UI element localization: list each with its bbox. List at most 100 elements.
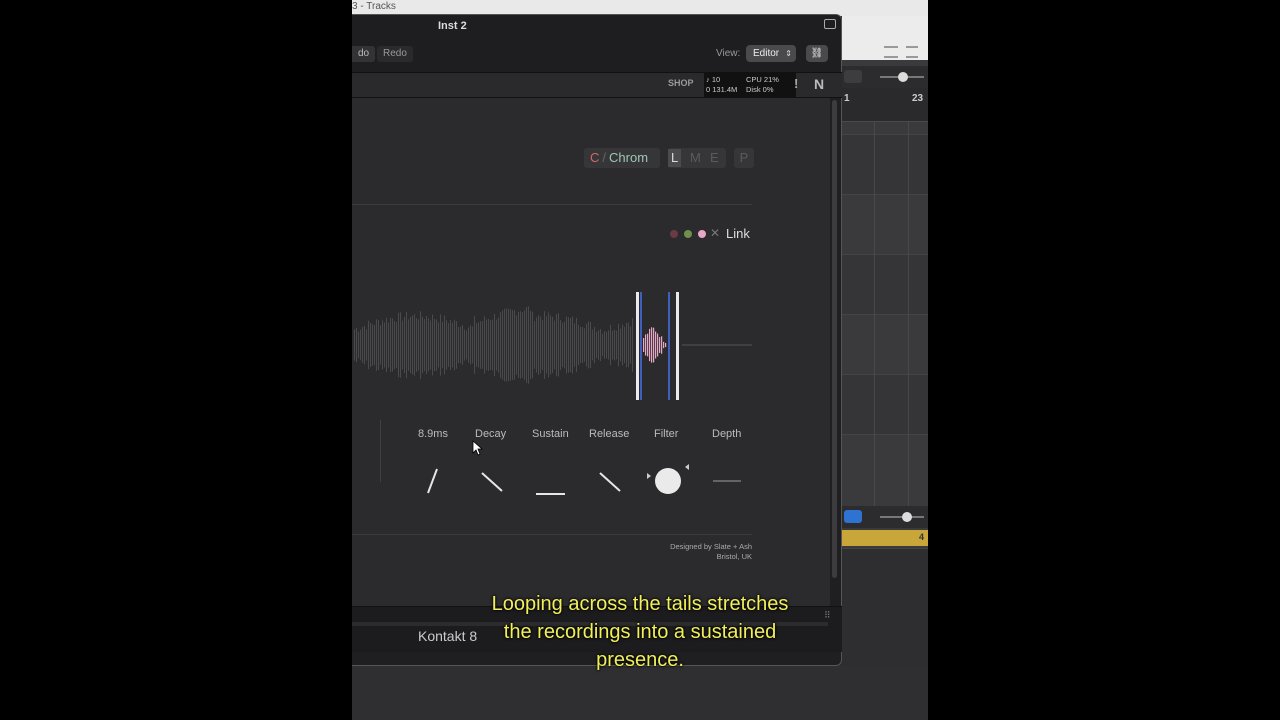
midi-region-header[interactable]: 4 <box>842 530 928 546</box>
track-lane[interactable] <box>842 194 928 254</box>
waveform-bar <box>464 329 465 361</box>
editor-view-icon[interactable] <box>906 46 918 58</box>
waveform-bar <box>530 310 531 380</box>
track-lane[interactable] <box>842 374 928 434</box>
link-dot-3[interactable] <box>698 230 706 238</box>
waveform-bar <box>402 320 403 370</box>
undo-button[interactable]: do <box>352 46 376 62</box>
ni-logo[interactable]: N <box>814 76 824 92</box>
waveform-bar <box>602 333 603 357</box>
waveform-bar <box>554 320 555 370</box>
attack-slider[interactable] <box>427 468 438 494</box>
cpu-usage: CPU 21% <box>746 75 779 84</box>
p-button[interactable]: P <box>734 148 754 168</box>
view-select[interactable]: Editor ⇕ <box>746 45 796 62</box>
chevron-updown-icon: ⇕ <box>785 49 792 58</box>
list-view-icon[interactable] <box>884 46 898 58</box>
waveform-bar <box>548 312 549 378</box>
caption-line-3: presence. <box>596 649 684 671</box>
waveform-bar <box>424 319 425 371</box>
filter-knob[interactable] <box>655 468 681 494</box>
mode-m-button[interactable]: M <box>690 149 701 167</box>
waveform-bar <box>436 319 437 371</box>
waveform-bar <box>612 330 613 360</box>
link-label[interactable]: Link <box>726 226 750 241</box>
scale-selector[interactable]: C / Chrom <box>584 148 660 168</box>
waveform-bar <box>432 314 433 376</box>
waveform-bar <box>534 321 535 369</box>
waveform-bar <box>566 316 567 374</box>
zoom-slider-knob[interactable] <box>902 512 912 522</box>
waveform-bar-highlight <box>647 333 649 357</box>
filter-left-arrow <box>647 473 651 479</box>
logic-window-title: 3 - Tracks <box>352 1 396 12</box>
region-bar-number: 4 <box>918 532 924 542</box>
waveform-bar <box>398 312 399 378</box>
track-lane[interactable] <box>842 134 928 194</box>
close-icon[interactable]: ✕ <box>710 226 720 240</box>
link-icon: ⛓ <box>810 48 824 59</box>
view-select-value: Editor <box>753 48 780 59</box>
plugin-title-bar[interactable]: Inst 2 <box>352 15 841 37</box>
waveform-bar <box>456 321 457 369</box>
waveform-bar <box>380 325 381 365</box>
credit-line-1: Designed by Slate + Ash <box>670 542 752 551</box>
caption-line-1: Looping across the tails stretches <box>491 593 789 615</box>
waveform-bar <box>412 315 413 375</box>
decay-slider[interactable] <box>481 472 503 492</box>
mode-l-button[interactable]: L <box>668 149 682 167</box>
loop-start-marker-shadow <box>640 292 642 400</box>
waveform-bar <box>560 319 561 371</box>
waveform-bar <box>520 311 521 379</box>
waveform-bar <box>406 311 407 379</box>
waveform-display[interactable] <box>352 270 752 420</box>
loop-start-marker <box>636 292 639 400</box>
waveform-bar <box>504 308 505 382</box>
waveform-bar <box>434 319 435 371</box>
zoom-slider-knob[interactable] <box>898 72 908 82</box>
voices-count: ♪ 10 <box>706 75 721 84</box>
track-lane[interactable] <box>842 434 928 506</box>
waveform-bar <box>564 321 565 369</box>
link-dot-1[interactable] <box>670 230 678 238</box>
caption-line-2: the recordings into a sustained <box>503 621 777 643</box>
waveform-bar <box>512 310 513 380</box>
waveform-bar <box>542 320 543 370</box>
waveform-bar <box>570 318 571 372</box>
plugin-scrollbar[interactable] <box>832 100 837 578</box>
waveform-bar <box>368 320 369 370</box>
waveform-bar <box>544 311 545 379</box>
waveform-bar <box>364 325 365 365</box>
collapse-icon[interactable] <box>824 19 836 29</box>
link-dot-2[interactable] <box>684 230 692 238</box>
filter-right-arrow <box>685 464 689 470</box>
filter-label: Filter <box>654 428 679 440</box>
waveform-bar <box>438 322 439 368</box>
waveform-bar <box>604 331 605 359</box>
waveform-bar <box>360 329 361 361</box>
warning-icon[interactable]: ! <box>794 76 798 91</box>
release-slider[interactable] <box>599 472 621 492</box>
track-lane[interactable] <box>842 314 928 374</box>
waveform-bar <box>490 320 491 370</box>
redo-button[interactable]: Redo <box>377 46 413 62</box>
waveform-bar-highlight <box>663 341 665 349</box>
mode-e-button[interactable]: E <box>710 149 719 167</box>
scale-name: Chrom <box>609 150 649 165</box>
waveform-bar <box>632 318 633 372</box>
waveform-bar <box>582 327 583 363</box>
waveform-bar <box>356 327 357 363</box>
waveform-bar <box>606 331 607 359</box>
track-lane[interactable] <box>842 254 928 314</box>
waveform-bar <box>482 321 483 369</box>
waveform-bar <box>354 329 355 361</box>
waveform-bar <box>498 317 499 373</box>
shop-button[interactable]: SHOP <box>668 78 694 88</box>
waveform-bar <box>496 319 497 371</box>
waveform-bar <box>500 311 501 379</box>
waveform-bar <box>484 316 485 374</box>
waveform-bar <box>616 330 617 360</box>
catch-button-active[interactable] <box>844 510 862 523</box>
catch-button[interactable] <box>844 70 862 83</box>
link-button[interactable]: ⛓ <box>806 45 828 62</box>
